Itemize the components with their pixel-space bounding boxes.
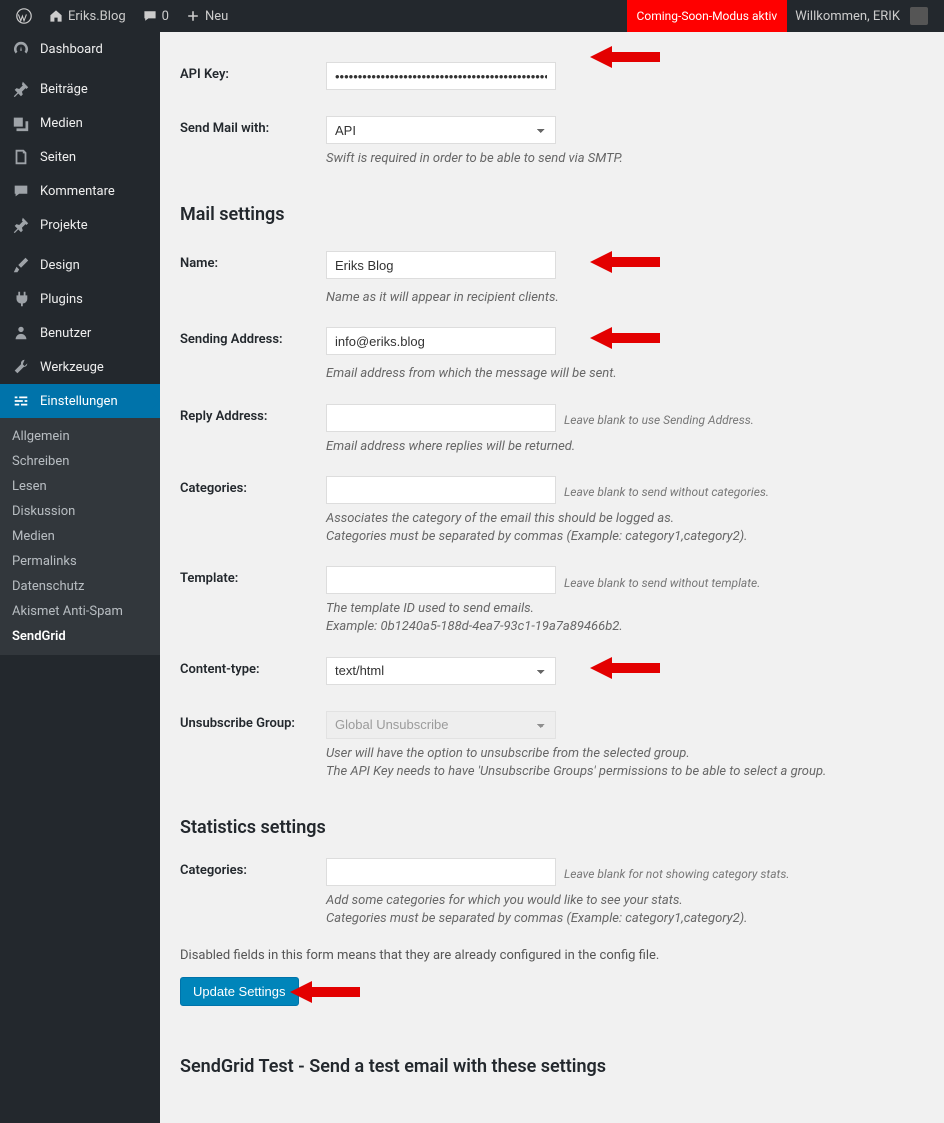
project-icon — [12, 216, 30, 234]
name-label: Name: — [180, 251, 326, 271]
coming-soon-badge[interactable]: Coming-Soon-Modus aktiv — [627, 0, 788, 32]
send-mail-label: Send Mail with: — [180, 116, 326, 136]
stats-categories-desc2: Categories must be separated by commas (… — [326, 910, 924, 928]
arrow-annotation — [290, 979, 360, 1005]
settings-form: API Key: Send Mail with: API Swift is re… — [160, 32, 944, 1123]
mail-settings-heading: Mail settings — [180, 204, 924, 225]
template-hint: Leave blank to send without template. — [564, 571, 760, 590]
submenu-general[interactable]: Allgemein — [0, 424, 160, 449]
new-label: Neu — [205, 9, 228, 24]
submenu-permalinks[interactable]: Permalinks — [0, 549, 160, 574]
pin-icon — [12, 80, 30, 98]
unsubscribe-desc1: User will have the option to unsubscribe… — [326, 745, 924, 763]
arrow-annotation — [590, 325, 660, 351]
categories-label: Categories: — [180, 476, 326, 496]
sending-address-label: Sending Address: — [180, 327, 326, 347]
categories-hint: Leave blank to send without categories. — [564, 480, 769, 499]
unsubscribe-select: Global Unsubscribe — [326, 711, 556, 739]
dashboard-icon — [12, 40, 30, 58]
sending-address-desc: Email address from which the message wil… — [326, 365, 924, 383]
stats-categories-desc1: Add some categories for which you would … — [326, 892, 924, 910]
unsubscribe-desc2: The API Key needs to have 'Unsubscribe G… — [326, 763, 924, 781]
submenu-privacy[interactable]: Datenschutz — [0, 574, 160, 599]
categories-desc2: Categories must be separated by commas (… — [326, 528, 924, 546]
submenu-media[interactable]: Medien — [0, 524, 160, 549]
reply-address-desc: Email address where replies will be retu… — [326, 438, 924, 456]
media-icon — [12, 114, 30, 132]
sidebar-item-media[interactable]: Medien — [0, 106, 160, 140]
unsubscribe-label: Unsubscribe Group: — [180, 711, 326, 731]
stats-heading: Statistics settings — [180, 817, 924, 838]
comment-icon — [142, 8, 158, 24]
sidebar-item-pages[interactable]: Seiten — [0, 140, 160, 174]
home-icon — [48, 8, 64, 24]
sidebar-item-design[interactable]: Design — [0, 248, 160, 282]
arrow-annotation — [590, 249, 660, 275]
sidebar-item-users[interactable]: Benutzer — [0, 316, 160, 350]
template-input[interactable] — [326, 566, 556, 594]
wp-logo[interactable] — [8, 8, 40, 24]
content-type-select[interactable]: text/html — [326, 657, 556, 685]
new-link[interactable]: Neu — [177, 8, 236, 24]
api-key-label: API Key: — [180, 62, 326, 82]
user-icon — [12, 324, 30, 342]
comments-count: 0 — [162, 9, 169, 24]
template-label: Template: — [180, 566, 326, 586]
site-link[interactable]: Eriks.Blog — [40, 8, 134, 24]
stats-categories-input[interactable] — [326, 858, 556, 886]
admin-topbar: Eriks.Blog 0 Neu Coming-Soon-Modus aktiv… — [0, 0, 944, 32]
sidebar-item-plugins[interactable]: Plugins — [0, 282, 160, 316]
arrow-annotation — [590, 655, 660, 681]
plus-icon — [185, 8, 201, 24]
settings-submenu: Allgemein Schreiben Lesen Diskussion Med… — [0, 418, 160, 655]
submenu-writing[interactable]: Schreiben — [0, 449, 160, 474]
template-desc2: Example: 0b1240a5-188d-4ea7-93c1-19a7a89… — [326, 618, 924, 636]
sliders-icon — [12, 392, 30, 410]
send-mail-select[interactable]: API — [326, 116, 556, 144]
stats-categories-label: Categories: — [180, 858, 326, 878]
avatar — [910, 7, 928, 25]
admin-sidebar: Dashboard Beiträge Medien Seiten Komment… — [0, 32, 160, 1123]
page-icon — [12, 148, 30, 166]
site-name: Eriks.Blog — [68, 9, 126, 24]
send-mail-desc: Swift is required in order to be able to… — [326, 150, 924, 168]
submenu-akismet[interactable]: Akismet Anti-Spam — [0, 599, 160, 624]
sidebar-item-projects[interactable]: Projekte — [0, 208, 160, 242]
api-key-input[interactable] — [326, 62, 556, 90]
name-desc: Name as it will appear in recipient clie… — [326, 289, 924, 307]
user-greeting[interactable]: Willkommen, ERIK — [787, 7, 936, 25]
name-input[interactable] — [326, 251, 556, 279]
reply-address-hint: Leave blank to use Sending Address. — [564, 408, 754, 427]
reply-address-label: Reply Address: — [180, 404, 326, 424]
submenu-reading[interactable]: Lesen — [0, 474, 160, 499]
categories-input[interactable] — [326, 476, 556, 504]
comment-icon — [12, 182, 30, 200]
reply-address-input[interactable] — [326, 404, 556, 432]
comments-link[interactable]: 0 — [134, 8, 177, 24]
sidebar-item-comments[interactable]: Kommentare — [0, 174, 160, 208]
disabled-note: Disabled fields in this form means that … — [180, 948, 924, 963]
arrow-annotation — [590, 44, 660, 70]
update-settings-button[interactable]: Update Settings — [180, 977, 299, 1006]
sidebar-item-posts[interactable]: Beiträge — [0, 72, 160, 106]
sidebar-item-settings[interactable]: Einstellungen — [0, 384, 160, 418]
sidebar-item-dashboard[interactable]: Dashboard — [0, 32, 160, 66]
template-desc1: The template ID used to send emails. — [326, 600, 924, 618]
plugin-icon — [12, 290, 30, 308]
stats-categories-hint: Leave blank for not showing category sta… — [564, 862, 789, 881]
sidebar-item-tools[interactable]: Werkzeuge — [0, 350, 160, 384]
wrench-icon — [12, 358, 30, 376]
sending-address-input[interactable] — [326, 327, 556, 355]
categories-desc1: Associates the category of the email thi… — [326, 510, 924, 528]
submenu-discussion[interactable]: Diskussion — [0, 499, 160, 524]
brush-icon — [12, 256, 30, 274]
test-heading: SendGrid Test - Send a test email with t… — [180, 1056, 924, 1077]
content-type-label: Content-type: — [180, 657, 326, 677]
submenu-sendgrid[interactable]: SendGrid — [0, 624, 160, 649]
